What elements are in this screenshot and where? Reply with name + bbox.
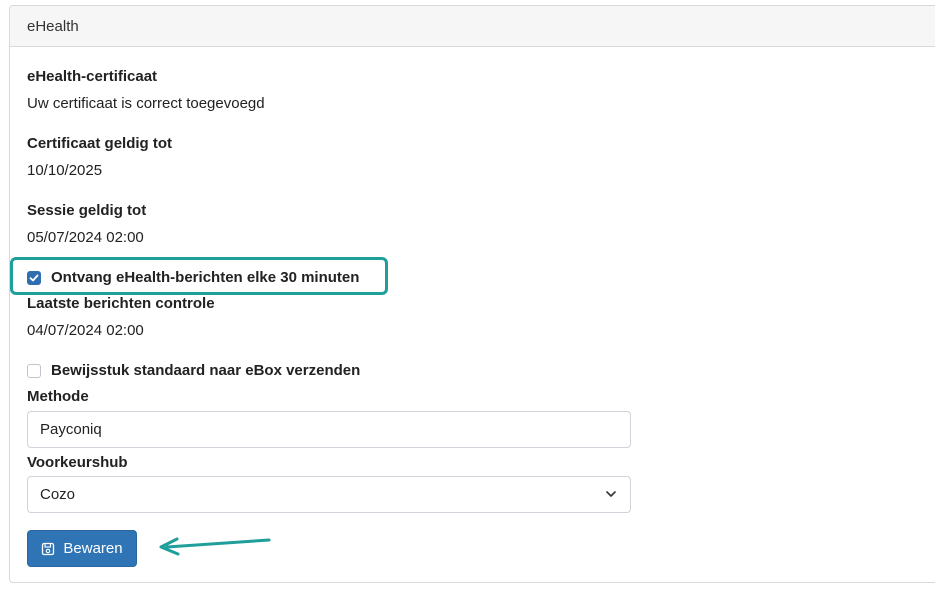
certificate-valid-label: Certificaat geldig tot bbox=[27, 135, 173, 152]
preferred-hub-label: Voorkeurshub bbox=[27, 454, 128, 471]
session-valid-label: Sessie geldig tot bbox=[27, 202, 147, 219]
certificate-label: eHealth-certificaat bbox=[27, 68, 158, 85]
save-button[interactable]: Bewaren bbox=[27, 530, 137, 567]
session-valid-value: 05/07/2024 02:00 bbox=[27, 229, 144, 246]
certificate-valid-value: 10/10/2025 bbox=[27, 162, 103, 179]
save-icon bbox=[41, 542, 55, 556]
last-check-value: 04/07/2024 02:00 bbox=[27, 322, 144, 339]
method-label: Methode bbox=[27, 388, 89, 405]
preferred-hub-select[interactable]: Cozo bbox=[27, 476, 631, 513]
receive-messages-checkbox-row[interactable]: Ontvang eHealth-berichten elke 30 minute… bbox=[27, 269, 359, 286]
arrow-annotation bbox=[159, 537, 271, 556]
send-proof-checkbox-row[interactable]: Bewijsstuk standaard naar eBox verzenden bbox=[27, 362, 360, 379]
receive-messages-checkbox[interactable] bbox=[27, 270, 41, 285]
ehealth-card: eHealth eHealth-certificaat Uw certifica… bbox=[9, 5, 935, 583]
send-proof-checkbox[interactable] bbox=[27, 363, 41, 378]
last-check-label: Laatste berichten controle bbox=[27, 295, 215, 312]
preferred-hub-value: Cozo bbox=[40, 486, 76, 503]
method-input[interactable]: Payconiq bbox=[27, 411, 631, 448]
certificate-status: Uw certificaat is correct toegevoegd bbox=[27, 95, 265, 112]
save-button-label: Bewaren bbox=[63, 540, 123, 557]
checkmark-icon bbox=[29, 274, 39, 281]
send-proof-label: Bewijsstuk standaard naar eBox verzenden bbox=[51, 362, 361, 379]
receive-messages-label: Ontvang eHealth-berichten elke 30 minute… bbox=[51, 269, 360, 286]
card-title: eHealth bbox=[10, 6, 935, 47]
chevron-down-icon bbox=[606, 491, 616, 497]
